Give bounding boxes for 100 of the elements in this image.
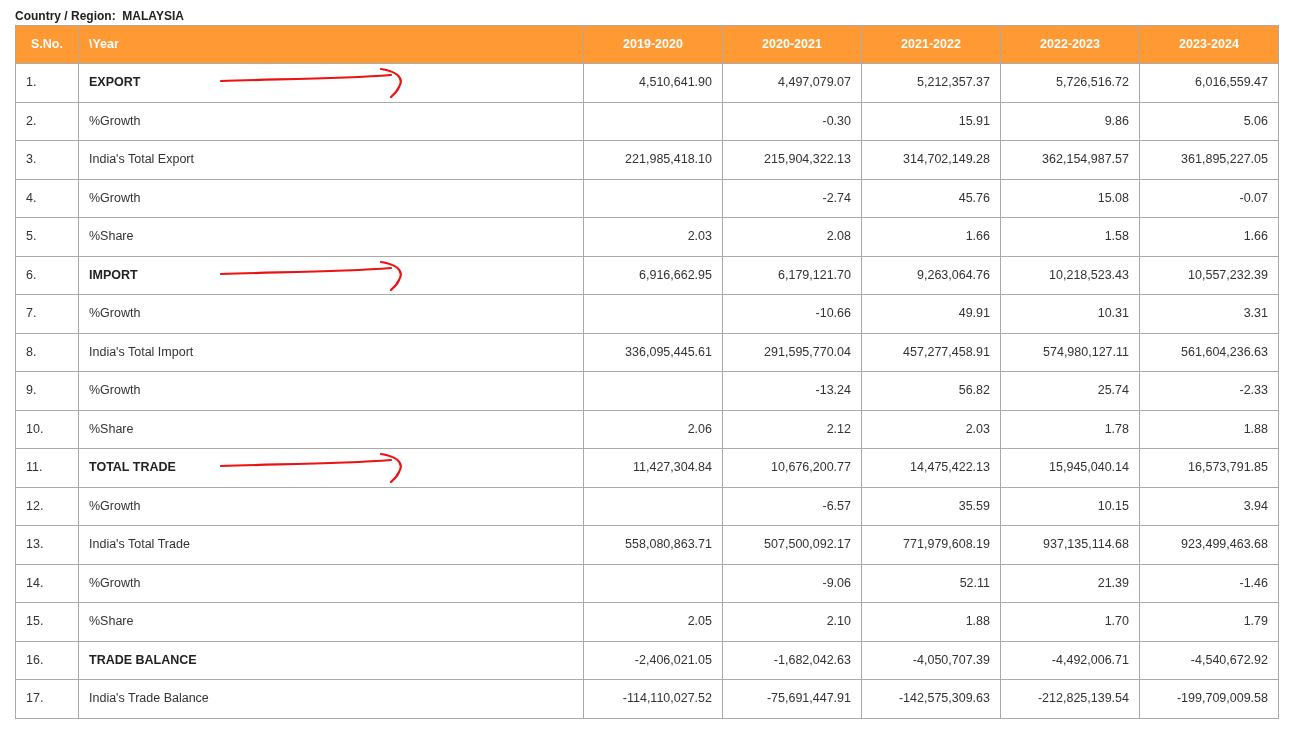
row-number-cell: 1. — [15, 63, 79, 102]
row-label: IMPORT — [89, 267, 138, 282]
value-cell: 35.59 — [861, 487, 1001, 526]
value-cell: 10,557,232.39 — [1139, 256, 1279, 295]
row-number-cell: 15. — [15, 602, 79, 641]
row-label: %Growth — [89, 306, 141, 321]
value-cell: 2.10 — [722, 602, 862, 641]
value-cell: 9,263,064.76 — [861, 256, 1001, 295]
value-cell: 1.79 — [1139, 602, 1279, 641]
row-number-cell: 5. — [15, 217, 79, 256]
value-cell: -142,575,309.63 — [861, 679, 1001, 718]
value-cell: 1.88 — [861, 602, 1001, 641]
value-cell: -9.06 — [722, 564, 862, 603]
value-cell: -114,110,027.52 — [583, 679, 723, 718]
value-cell: 10,676,200.77 — [722, 448, 862, 487]
column-header: 2020-2021 — [722, 25, 862, 64]
row-number-cell: 13. — [15, 525, 79, 564]
value-cell: 5,212,357.37 — [861, 63, 1001, 102]
row-label: India's Trade Balance — [89, 691, 209, 706]
row-number-cell: 4. — [15, 179, 79, 218]
value-cell: 9.86 — [1000, 102, 1140, 141]
value-cell: 2.03 — [861, 410, 1001, 449]
value-cell: 3.31 — [1139, 294, 1279, 333]
value-cell: 52.11 — [861, 564, 1001, 603]
value-cell: 3.94 — [1139, 487, 1279, 526]
column-header: 2022-2023 — [1000, 25, 1140, 64]
value-cell: 10.15 — [1000, 487, 1140, 526]
column-header: S.No. — [15, 25, 79, 64]
row-label: India's Total Trade — [89, 537, 190, 552]
row-number-cell: 2. — [15, 102, 79, 141]
value-cell: 574,980,127.11 — [1000, 333, 1140, 372]
value-cell: 25.74 — [1000, 371, 1140, 410]
value-cell: -0.30 — [722, 102, 862, 141]
value-cell: 21.39 — [1000, 564, 1140, 603]
value-cell: 1.58 — [1000, 217, 1140, 256]
value-cell: -0.07 — [1139, 179, 1279, 218]
value-cell: 558,080,863.71 — [583, 525, 723, 564]
value-cell: 215,904,322.13 — [722, 140, 862, 179]
value-cell: 2.12 — [722, 410, 862, 449]
row-number-cell: 6. — [15, 256, 79, 295]
value-cell: -1,682,042.63 — [722, 641, 862, 680]
value-cell: 561,604,236.63 — [1139, 333, 1279, 372]
value-cell: -212,825,139.54 — [1000, 679, 1140, 718]
row-label: %Growth — [89, 190, 141, 205]
value-cell: 362,154,987.57 — [1000, 140, 1140, 179]
value-cell: 6,179,121.70 — [722, 256, 862, 295]
value-cell: 1.78 — [1000, 410, 1140, 449]
value-cell: 4,497,079.07 — [722, 63, 862, 102]
value-cell: 336,095,445.61 — [583, 333, 723, 372]
value-cell: 15.91 — [861, 102, 1001, 141]
row-label: India's Total Import — [89, 344, 194, 359]
row-label: EXPORT — [89, 75, 141, 90]
value-cell: 314,702,149.28 — [861, 140, 1001, 179]
value-cell: -1.46 — [1139, 564, 1279, 603]
row-label: %Growth — [89, 113, 141, 128]
value-cell: 221,985,418.10 — [583, 140, 723, 179]
value-cell: 15.08 — [1000, 179, 1140, 218]
value-cell: 6,916,662.95 — [583, 256, 723, 295]
value-cell: 2.06 — [583, 410, 723, 449]
value-cell: -4,050,707.39 — [861, 641, 1001, 680]
value-cell: 4,510,641.90 — [583, 63, 723, 102]
region-value: MALAYSIA — [121, 9, 184, 23]
value-cell: 2.08 — [722, 217, 862, 256]
value-cell: 11,427,304.84 — [583, 448, 723, 487]
value-cell: 2.05 — [583, 602, 723, 641]
value-cell: -199,709,009.58 — [1139, 679, 1279, 718]
value-cell: 1.88 — [1139, 410, 1279, 449]
row-number-cell: 8. — [15, 333, 79, 372]
value-cell: 1.66 — [1139, 217, 1279, 256]
value-cell: -2,406,021.05 — [583, 641, 723, 680]
value-cell: 6,016,559.47 — [1139, 63, 1279, 102]
row-number-cell: 17. — [15, 679, 79, 718]
column-header: 2021-2022 — [861, 25, 1001, 64]
row-label: %Share — [89, 421, 134, 436]
value-cell: 10.31 — [1000, 294, 1140, 333]
value-cell: -6.57 — [722, 487, 862, 526]
value-cell: 1.70 — [1000, 602, 1140, 641]
value-cell: 16,573,791.85 — [1139, 448, 1279, 487]
region-label: Country / Region: — [15, 9, 116, 23]
value-cell: -4,492,006.71 — [1000, 641, 1140, 680]
value-cell: 923,499,463.68 — [1139, 525, 1279, 564]
column-header: \Year — [78, 25, 584, 64]
row-number-cell: 7. — [15, 294, 79, 333]
value-cell: -75,691,447.91 — [722, 679, 862, 718]
value-cell: 10,218,523.43 — [1000, 256, 1140, 295]
row-number-cell: 3. — [15, 140, 79, 179]
value-cell: 2.03 — [583, 217, 723, 256]
value-cell: 45.76 — [861, 179, 1001, 218]
value-cell: 291,595,770.04 — [722, 333, 862, 372]
value-cell: 5,726,516.72 — [1000, 63, 1140, 102]
row-number-cell: 9. — [15, 371, 79, 410]
column-header: 2019-2020 — [583, 25, 723, 64]
row-label: India's Total Export — [89, 152, 194, 167]
value-cell: 1.66 — [861, 217, 1001, 256]
value-cell: 457,277,458.91 — [861, 333, 1001, 372]
row-label: TRADE BALANCE — [89, 652, 197, 667]
row-number-cell: 16. — [15, 641, 79, 680]
value-cell: 5.06 — [1139, 102, 1279, 141]
row-number-cell: 12. — [15, 487, 79, 526]
value-cell: 937,135,114.68 — [1000, 525, 1140, 564]
